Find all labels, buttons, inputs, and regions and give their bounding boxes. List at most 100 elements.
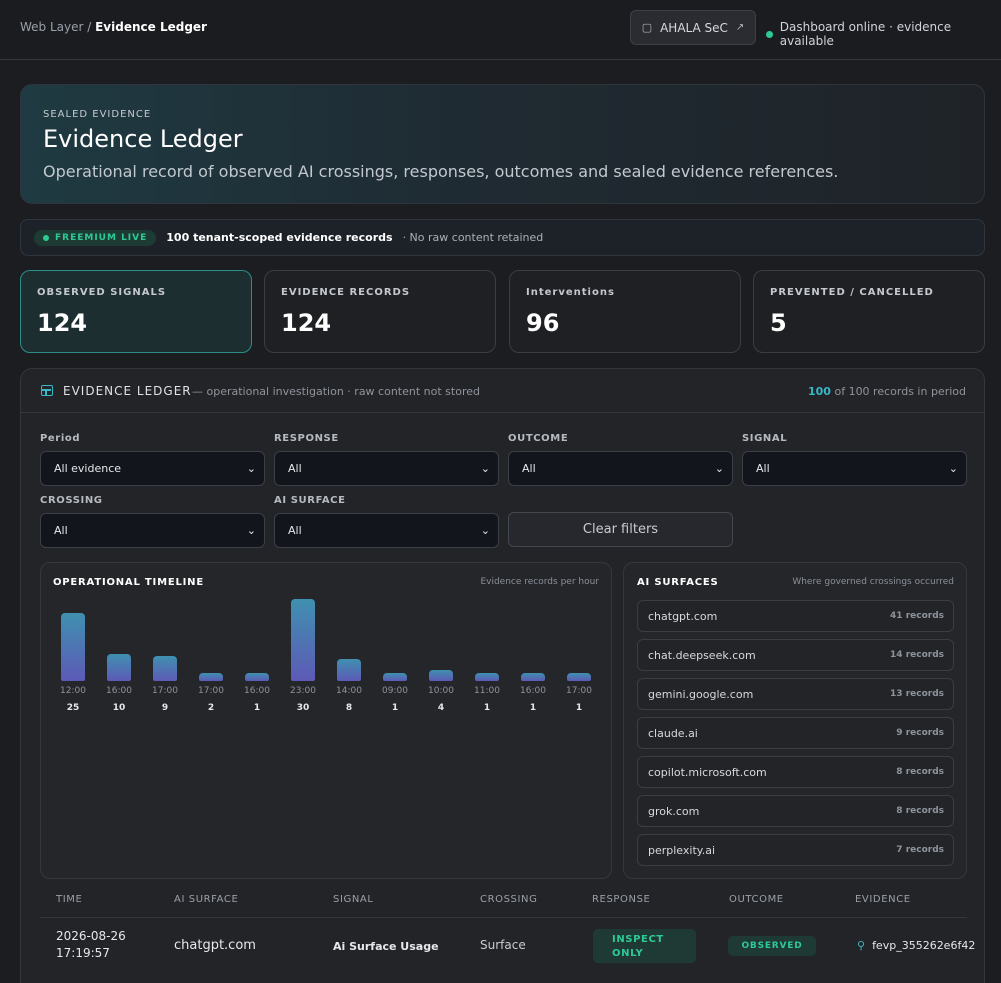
breadcrumb-parent[interactable]: Web Layer xyxy=(20,20,83,34)
kpi-prevented-cancelled[interactable]: PREVENTED / CANCELLED 5 xyxy=(753,270,985,353)
outcome-value: All xyxy=(522,462,536,475)
freemium-badge: FREEMIUM LIVE xyxy=(34,229,157,246)
timeline-bar[interactable] xyxy=(199,673,223,681)
col-header-response[interactable]: RESPONSE xyxy=(592,894,650,905)
surface-records: 41 records xyxy=(890,611,944,621)
status-dot-icon xyxy=(766,30,773,38)
timeline-bar[interactable] xyxy=(61,613,85,681)
col-header-ai-surface[interactable]: AI SURFACE xyxy=(174,894,238,905)
table-divider xyxy=(40,917,967,918)
signal-select[interactable]: All ⌄ xyxy=(742,451,967,486)
period-value: All evidence xyxy=(54,462,122,475)
kpi-value: 5 xyxy=(770,309,787,337)
crossing-select[interactable]: All ⌄ xyxy=(40,513,265,548)
evidence-ledger-panel: EVIDENCE LEDGER — operational investigat… xyxy=(20,368,985,983)
timeline-bar-time: 14:00 xyxy=(336,686,362,696)
surface-name: claude.ai xyxy=(648,727,698,740)
chevron-down-icon: ⌄ xyxy=(480,462,490,475)
records-note: · No raw content retained xyxy=(402,231,544,244)
seal-icon: ⚲ xyxy=(857,939,866,952)
status-text: Dashboard online · evidence available xyxy=(779,20,952,48)
ai-surface-value: All xyxy=(288,524,302,537)
timeline-bar[interactable] xyxy=(337,659,361,681)
ledger-title: EVIDENCE LEDGER xyxy=(63,384,192,398)
timeline-bar-value: 10 xyxy=(112,703,126,713)
surface-item-grok[interactable]: grok.com 8 records xyxy=(637,795,954,827)
surface-name: copilot.microsoft.com xyxy=(648,766,767,779)
col-header-evidence[interactable]: EVIDENCE xyxy=(855,894,911,905)
surface-item-chatgpt[interactable]: chatgpt.com 41 records xyxy=(637,600,954,632)
surfaces-subtitle: Where governed crossings occurred xyxy=(792,577,954,587)
crossing-label: CROSSING xyxy=(40,495,103,506)
signal-label: SIGNAL xyxy=(742,433,788,444)
timeline-bar[interactable] xyxy=(291,599,315,681)
ledger-record-count: 100 of 100 records in period xyxy=(808,385,966,398)
tenant-button[interactable]: ▢ AHALA SeC ↗ xyxy=(630,10,756,45)
surface-records: 9 records xyxy=(896,728,944,738)
building-icon: ▢ xyxy=(641,21,653,34)
outcome-select[interactable]: All ⌄ xyxy=(508,451,733,486)
outcome-label: OUTCOME xyxy=(508,433,569,444)
surface-item-gemini[interactable]: gemini.google.com 13 records xyxy=(637,678,954,710)
kpi-interventions[interactable]: Interventions 96 xyxy=(509,270,741,353)
ai-surfaces-panel: AI SURFACES Where governed crossings occ… xyxy=(623,562,967,879)
col-header-time[interactable]: TIME xyxy=(56,894,82,905)
kpi-evidence-records[interactable]: EVIDENCE RECORDS 124 xyxy=(264,270,496,353)
clear-filters-button[interactable]: Clear filters xyxy=(508,512,733,547)
surface-item-claude[interactable]: claude.ai 9 records xyxy=(637,717,954,749)
response-value: All xyxy=(288,462,302,475)
timeline-bar[interactable] xyxy=(153,656,177,681)
hero-kicker: SEALED EVIDENCE xyxy=(43,109,152,120)
records-suffix: of 100 records in period xyxy=(830,385,966,398)
tenant-label: AHALA SeC xyxy=(660,20,728,35)
timeline-bar[interactable] xyxy=(107,654,131,681)
evidence-reference[interactable]: ⚲ fevp_355262e6f42 xyxy=(857,939,975,952)
chevron-down-icon: ⌄ xyxy=(714,462,724,475)
ledger-header: EVIDENCE LEDGER — operational investigat… xyxy=(21,369,984,413)
surfaces-title: AI SURFACES xyxy=(637,577,719,588)
breadcrumb-separator: / xyxy=(83,20,96,34)
col-header-signal[interactable]: SIGNAL xyxy=(333,894,374,905)
timeline-bar-value: 30 xyxy=(296,703,310,713)
kpi-observed-signals[interactable]: OBSERVED SIGNALS 124 xyxy=(20,270,252,353)
timeline-bar[interactable] xyxy=(429,670,453,681)
period-select[interactable]: All evidence ⌄ xyxy=(40,451,265,486)
signal-value: All xyxy=(756,462,770,475)
surface-name: gemini.google.com xyxy=(648,688,754,701)
timeline-bar-time: 10:00 xyxy=(428,686,454,696)
ai-surface-select[interactable]: All ⌄ xyxy=(274,513,499,548)
operational-timeline-chart: OPERATIONAL TIMELINE Evidence records pe… xyxy=(40,562,612,879)
external-link-icon: ↗ xyxy=(735,22,745,33)
kpi-value: 124 xyxy=(37,309,88,337)
timeline-bar[interactable] xyxy=(475,673,499,681)
surface-item-perplexity[interactable]: perplexity.ai 7 records xyxy=(637,834,954,866)
ledger-subtitle: — operational investigation · raw conten… xyxy=(192,385,480,398)
row-signal: Ai Surface Usage xyxy=(333,940,439,953)
timeline-bar-time: 09:00 xyxy=(382,686,408,696)
timeline-bar-time: 17:00 xyxy=(152,686,178,696)
chevron-down-icon: ⌄ xyxy=(246,462,256,475)
page-title: Evidence Ledger xyxy=(43,125,243,153)
breadcrumb: Web Layer / Evidence Ledger xyxy=(20,20,207,34)
col-header-outcome[interactable]: OUTCOME xyxy=(729,894,784,905)
response-line-2: ONLY xyxy=(612,948,644,959)
timeline-bar[interactable] xyxy=(521,673,545,681)
timeline-bar[interactable] xyxy=(567,673,591,681)
surface-item-copilot[interactable]: copilot.microsoft.com 8 records xyxy=(637,756,954,788)
plan-strip: FREEMIUM LIVE 100 tenant-scoped evidence… xyxy=(20,219,985,256)
ai-surface-label: AI SURFACE xyxy=(274,495,346,506)
col-header-crossing[interactable]: CROSSING xyxy=(480,894,537,905)
response-select[interactable]: All ⌄ xyxy=(274,451,499,486)
chevron-down-icon: ⌄ xyxy=(246,524,256,537)
period-label: Period xyxy=(40,433,81,444)
hero-card: SEALED EVIDENCE Evidence Ledger Operatio… xyxy=(20,84,985,204)
timeline-bar-value: 1 xyxy=(253,703,261,713)
response-badge: INSPECT ONLY xyxy=(593,929,696,963)
status-indicator: Dashboard online · evidence available xyxy=(766,20,1001,48)
surface-item-deepseek[interactable]: chat.deepseek.com 14 records xyxy=(637,639,954,671)
timeline-bar-value: 1 xyxy=(575,703,583,713)
timeline-bar[interactable] xyxy=(245,673,269,681)
timeline-bar[interactable] xyxy=(383,673,407,681)
response-label: RESPONSE xyxy=(274,433,339,444)
hero-description: Operational record of observed AI crossi… xyxy=(43,162,839,181)
